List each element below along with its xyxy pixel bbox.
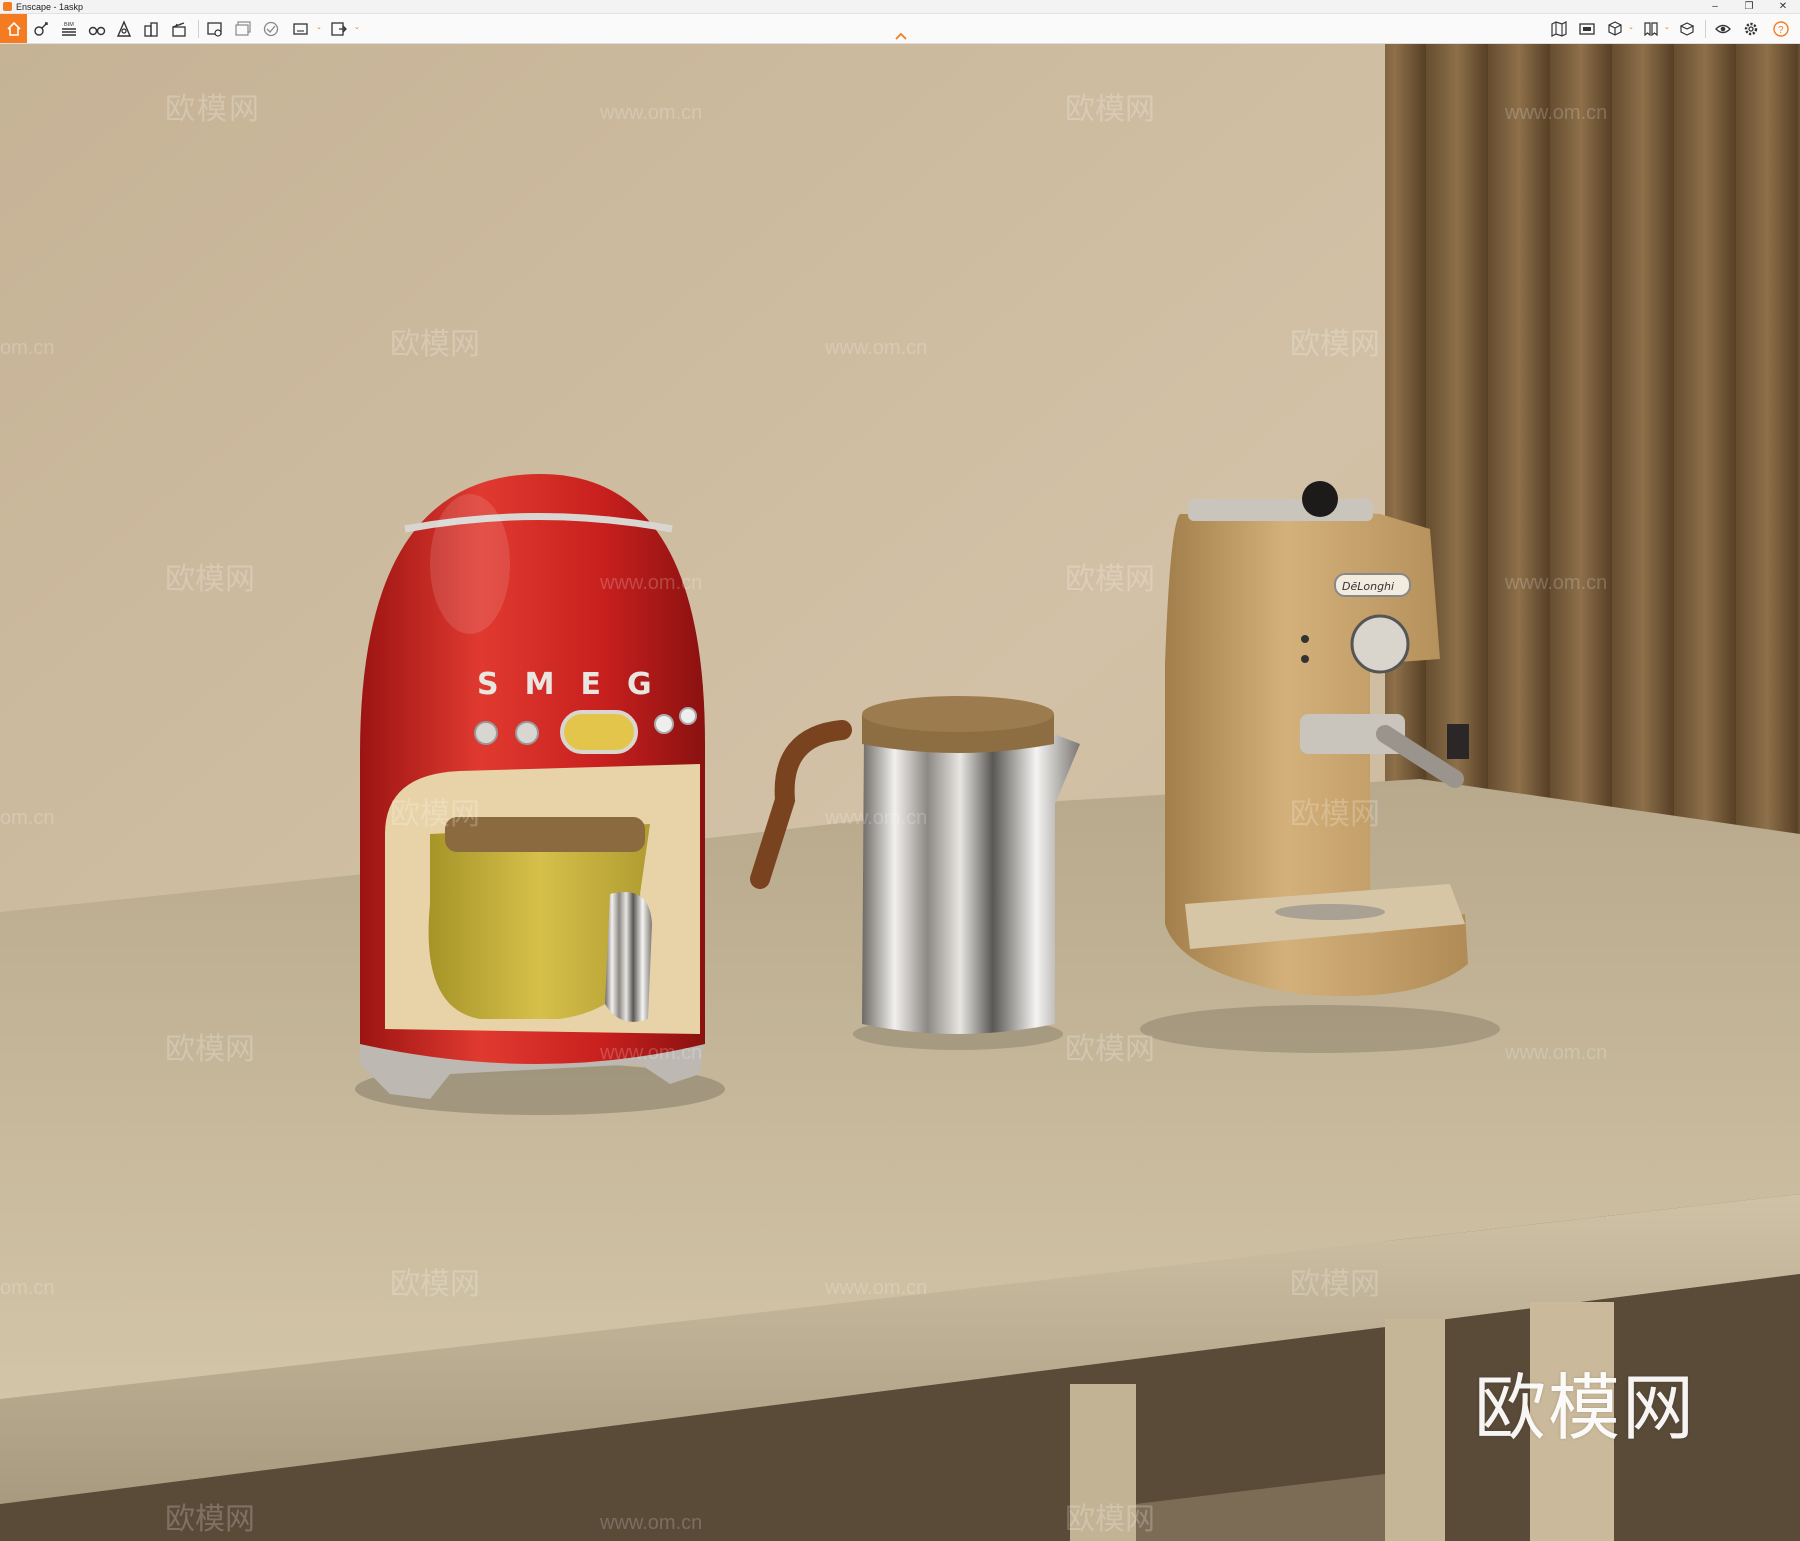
- export-dropdown-icon[interactable]: ⌄: [354, 24, 360, 32]
- collapse-toolbar-icon[interactable]: [892, 30, 910, 42]
- watermark-brand: 欧模网: [1065, 92, 1155, 127]
- close-icon[interactable]: ✕: [1771, 0, 1795, 14]
- watermark-brand: 欧模网: [1290, 327, 1380, 362]
- binoculars-icon: [88, 26, 106, 36]
- capture-icon: [1679, 22, 1695, 36]
- light-view-icon: [116, 20, 132, 37]
- cube-icon: [1608, 21, 1622, 36]
- watermark-logo: 欧模网: [1474, 1366, 1697, 1450]
- panorama-button[interactable]: [260, 18, 282, 40]
- bookmark-dropdown-icon[interactable]: ⌄: [1664, 24, 1670, 32]
- watermark-url: om.cn: [0, 1277, 54, 1299]
- watermark-brand: 欧模网: [1290, 1267, 1380, 1302]
- bim-button[interactable]: BIM: [58, 18, 80, 40]
- watermark-url: www.om.cn: [599, 102, 702, 124]
- watermark-url: om.cn: [0, 807, 54, 829]
- delonghi-logo: DēLonghi: [1342, 580, 1394, 593]
- watermark-brand: 欧模网: [165, 1032, 255, 1067]
- buildings-button[interactable]: [140, 18, 162, 40]
- visibility-button[interactable]: [1712, 18, 1734, 40]
- render-button[interactable]: [204, 18, 226, 40]
- watermark-brand: 欧模网: [165, 562, 255, 597]
- clapperboard-button[interactable]: [168, 18, 190, 40]
- render-icon: [207, 22, 222, 37]
- watermark-brand: 欧模网: [1065, 1502, 1155, 1537]
- bim-label: BIM: [64, 22, 74, 28]
- scene-render: SMEG DēLonghi 欧模网 www.om.cn 欧模网 www.om.c…: [0, 44, 1800, 1541]
- settings-button[interactable]: [1740, 18, 1762, 40]
- render-viewport[interactable]: SMEG DēLonghi 欧模网 www.om.cn 欧模网 www.om.c…: [0, 44, 1800, 1541]
- panorama-icon: [263, 21, 279, 37]
- watermark-brand: 欧模网: [1065, 1032, 1155, 1067]
- screenshot-icon: [1579, 23, 1595, 35]
- watermark-url: www.om.cn: [824, 1277, 927, 1299]
- watermark-url: www.om.cn: [1504, 572, 1607, 594]
- watermark-brand: 欧模网: [1290, 797, 1380, 832]
- watermark-brand: 欧模网: [390, 797, 480, 832]
- enscape-toolbar: BIM ⌄ ⌄ ⌄ ⌄ ?: [0, 14, 1800, 44]
- title-bar: Enscape - 1askp – ❐ ✕: [0, 0, 1800, 14]
- bim-icon: BIM: [62, 22, 76, 36]
- map-button[interactable]: [1548, 18, 1570, 40]
- video-button[interactable]: [290, 18, 312, 40]
- screenshot-button[interactable]: [1576, 18, 1598, 40]
- video-dropdown-icon[interactable]: ⌄: [316, 24, 322, 32]
- batch-render-button[interactable]: [232, 18, 254, 40]
- watermark-brand: 欧模网: [165, 92, 261, 127]
- binoculars-button[interactable]: [86, 18, 108, 40]
- watermark-brand: 欧模网: [1065, 562, 1155, 597]
- asset-library-icon: [34, 22, 48, 36]
- enscape-logo-icon: [3, 2, 12, 11]
- watermark-brand: 欧模网: [165, 1502, 255, 1537]
- watermark-url: www.om.cn: [824, 337, 927, 359]
- svg-text:?: ?: [1778, 25, 1784, 36]
- help-icon: ?: [1773, 21, 1789, 37]
- watermark-brand: 欧模网: [390, 1267, 480, 1302]
- bookmark-icon: [1644, 22, 1658, 37]
- help-button[interactable]: ?: [1770, 18, 1792, 40]
- home-button[interactable]: [0, 14, 27, 43]
- video-icon: [293, 23, 308, 35]
- watermark-url: www.om.cn: [824, 807, 927, 829]
- asset-library-button[interactable]: [30, 18, 52, 40]
- watermark-url: www.om.cn: [1504, 1042, 1607, 1064]
- settings-icon: [1744, 22, 1758, 36]
- toolbar-separator: [198, 20, 199, 38]
- restore-icon[interactable]: ❐: [1737, 0, 1761, 14]
- toolbar-separator: [1705, 20, 1706, 38]
- watermark-url: om.cn: [0, 337, 54, 359]
- clapperboard-icon: [172, 22, 186, 37]
- export-icon: [331, 22, 347, 36]
- watermark-brand: 欧模网: [390, 327, 480, 362]
- smeg-logo: SMEG: [477, 667, 678, 702]
- home-icon: [6, 21, 21, 36]
- capture-button[interactable]: [1676, 18, 1698, 40]
- map-icon: [1551, 21, 1567, 37]
- window-title: Enscape - 1askp: [16, 2, 84, 12]
- cube-dropdown-icon[interactable]: ⌄: [1628, 24, 1634, 32]
- buildings-icon: [144, 22, 158, 37]
- export-button[interactable]: [328, 18, 350, 40]
- watermark-url: www.om.cn: [599, 1042, 702, 1064]
- watermark-url: www.om.cn: [1504, 102, 1607, 124]
- watermark-url: www.om.cn: [599, 572, 702, 594]
- watermark-url: www.om.cn: [599, 1512, 702, 1534]
- bookmark-button[interactable]: [1640, 18, 1662, 40]
- cube-button[interactable]: [1604, 18, 1626, 40]
- batch-render-icon: [235, 21, 251, 36]
- light-view-button[interactable]: [113, 18, 135, 40]
- minimize-icon[interactable]: –: [1703, 0, 1727, 14]
- visibility-icon: [1715, 24, 1731, 34]
